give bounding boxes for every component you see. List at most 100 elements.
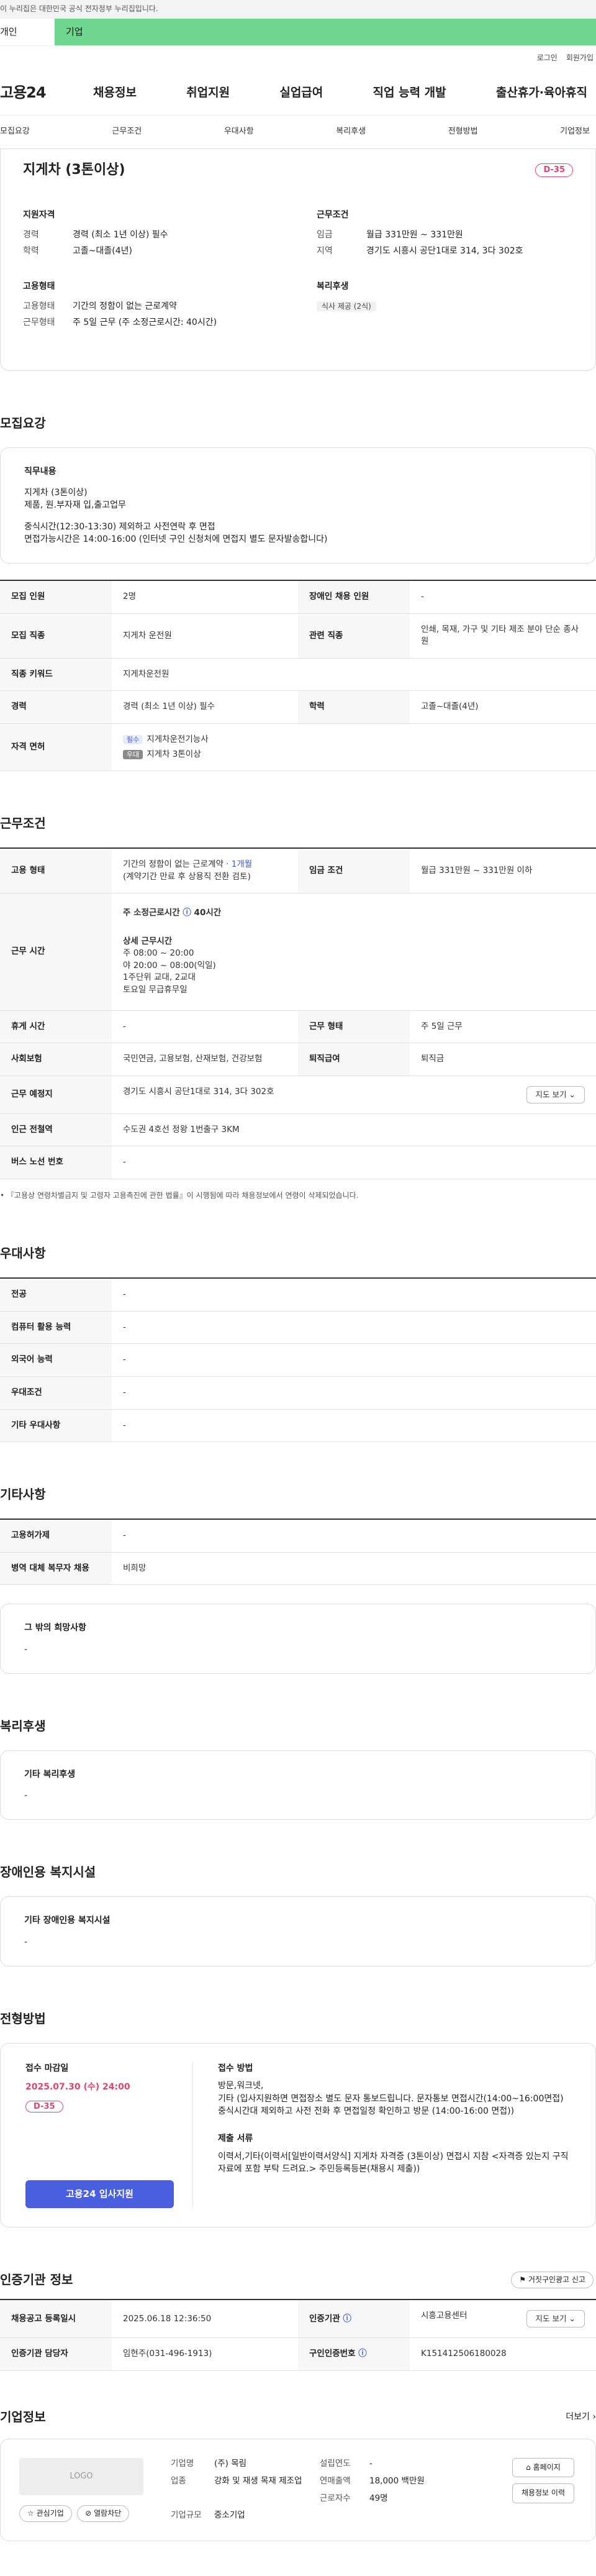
row-value: 비희망 xyxy=(112,1552,596,1586)
group-title: 고용형태 xyxy=(23,281,55,291)
row-value: - xyxy=(112,1311,596,1345)
row-label: 직종 키워드 xyxy=(0,658,112,692)
login-link[interactable]: 로그인 xyxy=(537,53,558,63)
table-row: 고용허가제 - xyxy=(0,1519,596,1553)
info-value xyxy=(214,2493,320,2505)
homepage-button[interactable]: ⌂ 홈페이지 xyxy=(512,2457,574,2478)
history-button[interactable]: 채용정보 이력 xyxy=(512,2483,574,2503)
etc-box: 그 밖의 희망사항 - xyxy=(0,1604,596,1674)
row-value: - xyxy=(112,1343,596,1377)
star-icon: ☆ xyxy=(27,2508,34,2518)
subnav-recruit[interactable]: 모집요강 xyxy=(0,126,30,138)
prefer-table: 전공 - 컴퓨터 활용 능력 - 외국어 능력 - 우대조건 - 기타 우대사항 - xyxy=(0,1277,596,1443)
row-label: 채용공고 등록일시 xyxy=(0,2300,112,2339)
apply-button[interactable]: 고용24 입사지원 xyxy=(25,2180,174,2209)
group-title: 복리후생 xyxy=(317,281,349,291)
group-title: 근무조건 xyxy=(317,209,349,220)
row-value: 2명 xyxy=(112,580,298,614)
info-icon[interactable]: ⓘ xyxy=(183,908,191,918)
duty-line: 중식시간(12:30-13:30) 제외하고 사전연락 후 면접 xyxy=(24,521,215,532)
gnb-item-support[interactable]: 취업지원 xyxy=(186,84,230,102)
row-value: 월급 331만원 ~ 331만원 이하 xyxy=(410,848,596,894)
apply-box: 접수 마감일 2025.07.30 (수) 24:00 D-35 고용24 입사… xyxy=(0,2043,596,2228)
home-icon: ⌂ xyxy=(526,2462,531,2472)
table-row: 경력 경력 (최소 1년 이상) 필수 학력 고졸~대졸(4년) xyxy=(0,690,596,724)
duty-line: 지게차 (3톤이상) xyxy=(24,487,88,498)
gnb-item-leave[interactable]: 출산휴가·육아휴직 xyxy=(496,84,587,102)
hours-line: 야 20:00 ~ 08:00(익일) xyxy=(123,960,216,971)
table-row: 외국어 능력 - xyxy=(0,1343,596,1377)
emp-note: (계약기간 만료 후 상용직 전환 검토) xyxy=(123,871,251,882)
info-icon[interactable]: ⓘ xyxy=(343,2314,351,2324)
site-logo[interactable]: 고용24 xyxy=(0,82,93,104)
method-line: 기타 (입사지원하면 면접장소 별도 문자 통보드립니다. 문자통보 면접시간(… xyxy=(218,2093,564,2116)
info-label xyxy=(171,2493,214,2505)
info-label xyxy=(320,2510,369,2522)
duty-line: 제품, 원.부자재 입,출고업무 xyxy=(24,500,126,511)
license-cell: 필수 지게차운전기능사 우대 지게차 3톤이상 xyxy=(112,723,596,772)
gnb-item-jobs[interactable]: 채용정보 xyxy=(93,84,137,102)
label: 경력 xyxy=(23,230,39,240)
group-title: 지원자격 xyxy=(23,209,55,220)
org-name: 시흥고용센터 xyxy=(421,2311,467,2321)
row-label: 전공 xyxy=(0,1278,112,1312)
info-value: 중소기업 xyxy=(214,2510,245,2521)
row-label: 근무 형태 xyxy=(298,1010,410,1044)
cert-no-label: 구인인증번호 xyxy=(309,2349,356,2359)
tab-company[interactable]: 기업 xyxy=(55,19,596,45)
hours-line: 토요일 무급휴무일 xyxy=(123,985,187,995)
subnav-work[interactable]: 근무조건 xyxy=(112,126,142,138)
label: 학력 xyxy=(23,246,39,257)
row-label: 자격 면허 xyxy=(0,723,112,772)
section-nav: 모집요강 근무조건 우대사항 복리후생 전형방법 기업정보 xyxy=(0,116,596,149)
table-row: 모집 직종 지게차 운전원 관련 직종 인쇄, 목재, 가구 및 기타 제조 분야 … xyxy=(0,613,596,659)
report-button[interactable]: ⚑ 거짓구인광고 신고 xyxy=(511,2272,594,2289)
table-row: 근무 시간 주 소정근로시간 ⓘ 40시간 상세 근무시간 주 08:00 ~ … xyxy=(0,893,596,1011)
etc-table: 고용허가제 - 병역 대체 복무자 채용 비희망 xyxy=(0,1519,596,1586)
more-link[interactable]: 더보기 › xyxy=(566,2411,596,2423)
value: 경력 (최소 1년 이상) 필수 xyxy=(73,230,168,240)
row-value: 주 5일 근무 xyxy=(410,1010,596,1044)
subnav-welfare[interactable]: 복리후생 xyxy=(336,126,366,138)
tab-personal[interactable]: 개인 xyxy=(0,19,55,45)
hours-line: 주 08:00 ~ 20:00 xyxy=(123,948,194,959)
block-icon: ⊘ xyxy=(85,2508,92,2518)
table-row: 모집 인원 2명 장애인 채용 인원 - xyxy=(0,580,596,614)
info-icon[interactable]: ⓘ xyxy=(358,2349,367,2359)
info-value: 강화 및 재생 목재 제조업 xyxy=(214,2475,302,2486)
more-link-label: 더보기 xyxy=(566,2412,590,2423)
info-label: 설립연도 xyxy=(320,2458,351,2469)
row-label: 컴퓨터 활용 능력 xyxy=(0,1311,112,1345)
favorite-label: 관심기업 xyxy=(36,2508,64,2518)
work-table: 고용 형태 기간의 정함이 없는 근로계약 · 1개월 (계약기간 만료 후 상… xyxy=(0,847,596,1179)
row-value: - xyxy=(410,580,596,614)
gnb-item-benefit[interactable]: 실업급여 xyxy=(279,84,323,102)
chevron-down-icon: ⌄ xyxy=(569,1089,576,1099)
docs-title: 제출 서류 xyxy=(218,2134,253,2144)
subnav-prefer[interactable]: 우대사항 xyxy=(224,126,254,138)
gnb-item-training[interactable]: 직업 능력 개발 xyxy=(373,84,446,102)
favorite-button[interactable]: ☆ 관심기업 xyxy=(19,2505,72,2523)
method-line: 방문,워크넷, xyxy=(218,2081,264,2091)
main-nav: 고용24 채용정보 취업지원 실업급여 직업 능력 개발 출산휴가·육아휴직 xyxy=(0,71,596,116)
map-button[interactable]: 지도 보기 ⌄ xyxy=(526,2310,585,2328)
section-title-prefer: 우대사항 xyxy=(0,1246,46,1261)
company-box: LOGO ☆ 관심기업 ⊘ 열람차단 기업명 (주) 목림 설립연도 - 업종 강화 … xyxy=(0,2438,596,2542)
recruit-table: 모집 인원 2명 장애인 채용 인원 - 모집 직종 지게차 운전원 관련 직종 인쇄,… xyxy=(0,580,596,772)
map-button[interactable]: 지도 보기 ⌄ xyxy=(526,1085,585,1103)
row-value: 임현주(031-496-1913) xyxy=(112,2337,298,2371)
subnav-apply[interactable]: 전형방법 xyxy=(448,126,478,138)
box-title: 기타 장애인용 복지시설 xyxy=(24,1916,111,1926)
section-title-company: 기업정보 xyxy=(0,2409,46,2424)
row-label: 장애인 채용 인원 xyxy=(298,580,410,614)
map-button-label: 지도 보기 xyxy=(535,2314,567,2324)
row-label: 학력 xyxy=(298,690,410,724)
row-label: 고용허가제 xyxy=(0,1519,112,1553)
chevron-right-icon: › xyxy=(592,2412,596,2423)
box-value: - xyxy=(24,1937,28,1947)
flag-icon: ⚑ xyxy=(519,2275,526,2285)
value: 기간의 정함이 없는 근로계약 xyxy=(73,301,177,312)
block-button[interactable]: ⊘ 열람차단 xyxy=(77,2505,130,2523)
subnav-company[interactable]: 기업정보 xyxy=(560,126,590,138)
signup-link[interactable]: 회원가입 xyxy=(566,53,594,63)
